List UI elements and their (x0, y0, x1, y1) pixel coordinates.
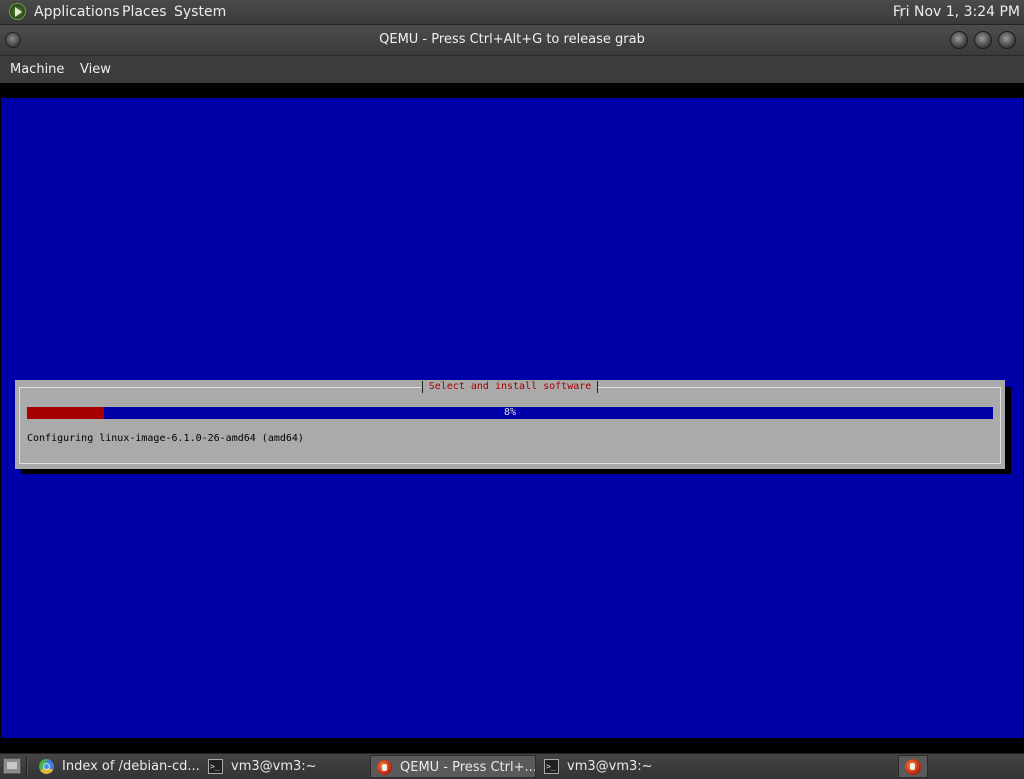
installer-screen[interactable]: Select and install software 8% Configuri… (1, 98, 1023, 738)
installer-dialog: Select and install software 8% Configuri… (15, 380, 1005, 469)
window-title: QEMU - Press Ctrl+Alt+G to release grab (379, 32, 645, 47)
minimize-button[interactable] (950, 31, 968, 49)
task-qemu[interactable]: QEMU - Press Ctrl+... (370, 755, 536, 778)
top-panel: Applications Places System Fri Nov 1, 3:… (0, 0, 1024, 25)
dialog-title: Select and install software (421, 381, 599, 393)
status-text: Configuring linux-image-6.1.0-26-amd64 (… (27, 433, 304, 444)
clock[interactable]: Fri Nov 1, 3:24 PM (893, 0, 1020, 24)
progress-bar: 8% (27, 407, 993, 419)
menu-view[interactable]: View (80, 56, 111, 83)
menu-places[interactable]: Places (122, 0, 167, 24)
task-label: vm3@vm3:~ (567, 759, 653, 774)
task-label: vm3@vm3:~ (231, 759, 317, 774)
taskbar: Index of /debian-cd... vm3@vm3:~ QEMU - … (0, 753, 1024, 779)
menu-machine[interactable]: Machine (10, 56, 64, 83)
chromium-icon (39, 759, 54, 774)
task-label: Index of /debian-cd... (62, 759, 200, 774)
task-browser[interactable]: Index of /debian-cd... (33, 755, 201, 778)
maximize-button[interactable] (974, 31, 992, 49)
qemu-icon (377, 760, 392, 775)
guest-display[interactable]: Select and install software 8% Configuri… (0, 83, 1024, 738)
menu-applications[interactable]: Applications (34, 0, 120, 24)
close-button[interactable] (998, 31, 1016, 49)
dialog-frame (19, 387, 1001, 464)
menu-system[interactable]: System (174, 0, 226, 24)
window-titlebar[interactable]: QEMU - Press Ctrl+Alt+G to release grab (0, 25, 1024, 56)
terminal-icon (544, 755, 559, 778)
task-terminal-1[interactable]: vm3@vm3:~ (202, 755, 368, 778)
progress-label: 8% (503, 407, 517, 418)
taskbar-separator (26, 757, 28, 776)
debian-swirl-icon[interactable] (9, 3, 26, 20)
tray-qemu-button[interactable] (898, 755, 928, 778)
task-label: QEMU - Press Ctrl+... (400, 760, 536, 775)
task-terminal-2[interactable]: vm3@vm3:~ (538, 755, 704, 778)
qemu-icon (905, 759, 921, 775)
qemu-menubar: Machine View (0, 56, 1024, 83)
terminal-icon (208, 755, 223, 778)
show-desktop-icon[interactable] (3, 758, 21, 774)
